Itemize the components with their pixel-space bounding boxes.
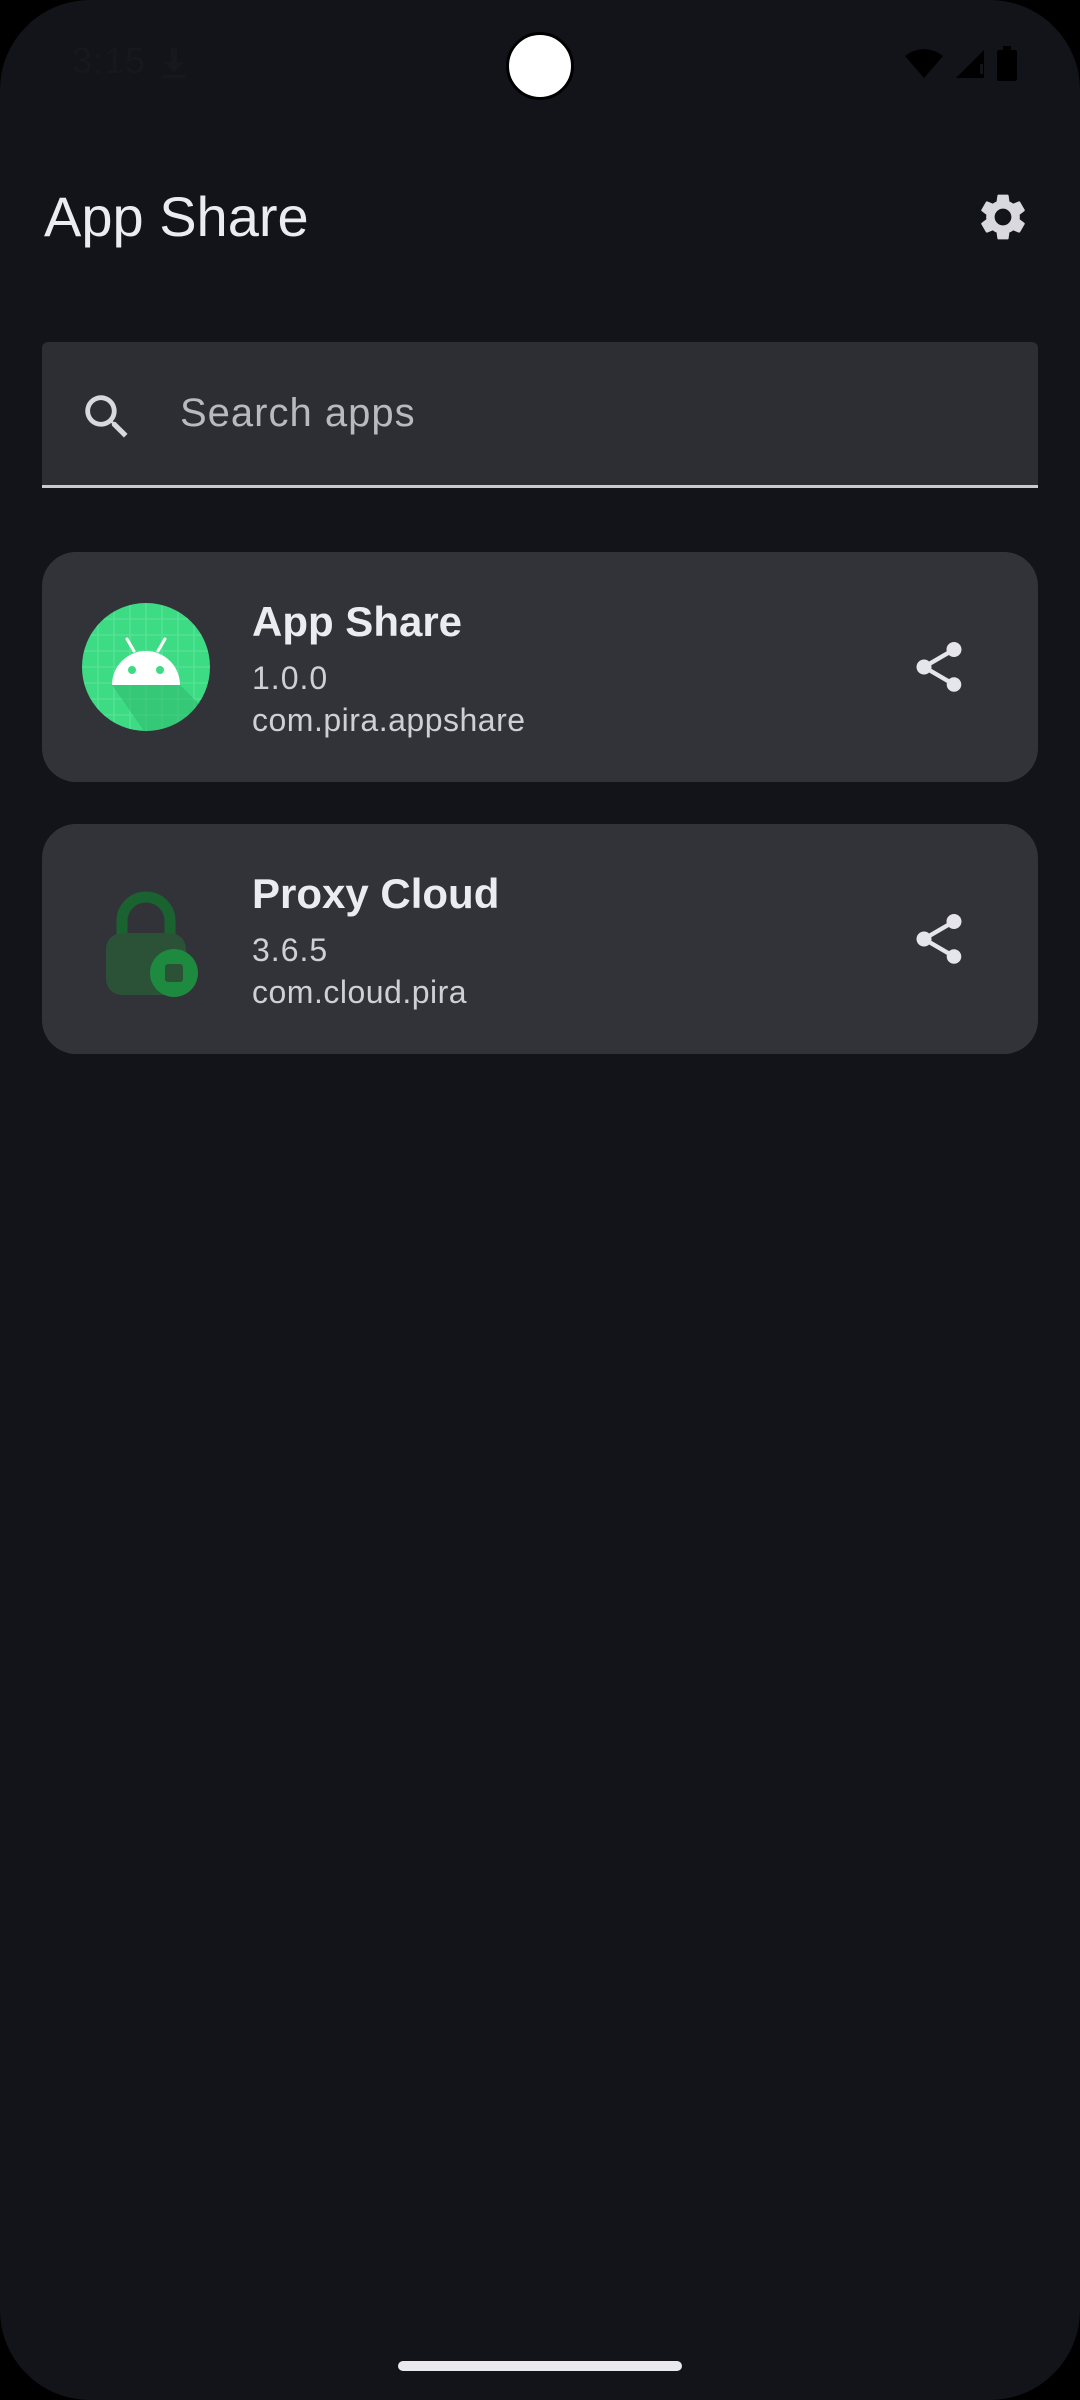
page-title: App Share <box>44 185 309 248</box>
download-icon <box>163 48 185 78</box>
list-item[interactable]: App Share 1.0.0 com.pira.appshare <box>42 552 1038 782</box>
status-bar: 3:15 <box>0 0 1080 130</box>
share-icon <box>916 914 962 964</box>
app-package: com.cloud.pira <box>252 974 468 1010</box>
share-button[interactable] <box>902 630 976 704</box>
lock-app-icon <box>106 891 198 997</box>
search-icon <box>85 395 128 438</box>
home-indicator[interactable] <box>398 2361 682 2371</box>
app-name: App Share <box>252 598 463 645</box>
app-package: com.pira.appshare <box>252 702 526 738</box>
phone-screen: 3:15 App Share Search apps App Share 1.0… <box>0 0 1080 2400</box>
app-bar: App Share <box>0 160 1080 270</box>
app-version: 1.0.0 <box>252 660 329 696</box>
settings-button[interactable] <box>970 184 1036 250</box>
camera-cutout <box>506 32 574 100</box>
list-item[interactable]: Proxy Cloud 3.6.5 com.cloud.pira <box>42 824 1038 1054</box>
share-icon <box>916 642 962 692</box>
status-time: 3:15 <box>72 40 147 81</box>
share-button[interactable] <box>902 902 976 976</box>
android-app-icon <box>82 603 210 731</box>
battery-icon <box>997 46 1017 81</box>
app-list: App Share 1.0.0 com.pira.appshare Proxy … <box>42 552 1038 1096</box>
status-icons <box>904 46 1018 82</box>
app-name: Proxy Cloud <box>252 870 500 917</box>
gear-icon <box>981 194 1025 240</box>
signal-icon <box>956 50 984 78</box>
search-input[interactable] <box>178 372 1002 454</box>
app-version: 3.6.5 <box>252 932 329 968</box>
search-field[interactable] <box>42 342 1038 488</box>
wifi-icon <box>905 49 943 78</box>
